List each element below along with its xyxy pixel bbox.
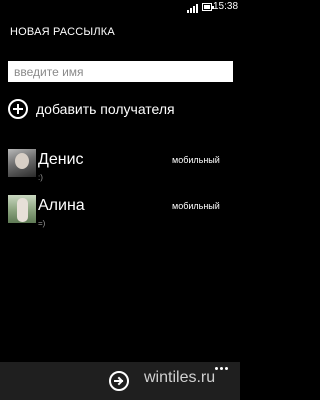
contact-phone-type: мобильный bbox=[172, 155, 220, 165]
battery-icon bbox=[202, 3, 214, 11]
contact-phone-type: мобильный bbox=[172, 201, 220, 211]
add-icon bbox=[8, 99, 28, 119]
next-button[interactable] bbox=[109, 371, 129, 391]
contact-item[interactable]: Денис :) мобильный bbox=[8, 149, 233, 189]
status-bar: 15:38 bbox=[0, 0, 240, 16]
contact-item[interactable]: Алина =) мобильный bbox=[8, 195, 233, 235]
page-title: НОВАЯ РАССЫЛКА bbox=[10, 26, 115, 38]
next-arrow-icon bbox=[114, 376, 124, 386]
avatar bbox=[8, 195, 36, 223]
name-input[interactable] bbox=[8, 61, 233, 82]
contact-name: Алина bbox=[38, 197, 85, 214]
app-bar: wintiles.ru bbox=[0, 362, 240, 400]
more-dots-icon[interactable] bbox=[215, 367, 228, 370]
avatar bbox=[8, 149, 36, 177]
status-time: 15:38 bbox=[213, 1, 239, 12]
contact-name: Денис bbox=[38, 151, 84, 168]
contact-status: =) bbox=[38, 219, 46, 228]
add-recipient-label: добавить получателя bbox=[36, 101, 175, 117]
add-recipient-button[interactable]: добавить получателя bbox=[8, 97, 175, 121]
contact-status: :) bbox=[38, 173, 43, 182]
watermark: wintiles.ru bbox=[144, 369, 216, 386]
signal-icon bbox=[187, 3, 201, 13]
